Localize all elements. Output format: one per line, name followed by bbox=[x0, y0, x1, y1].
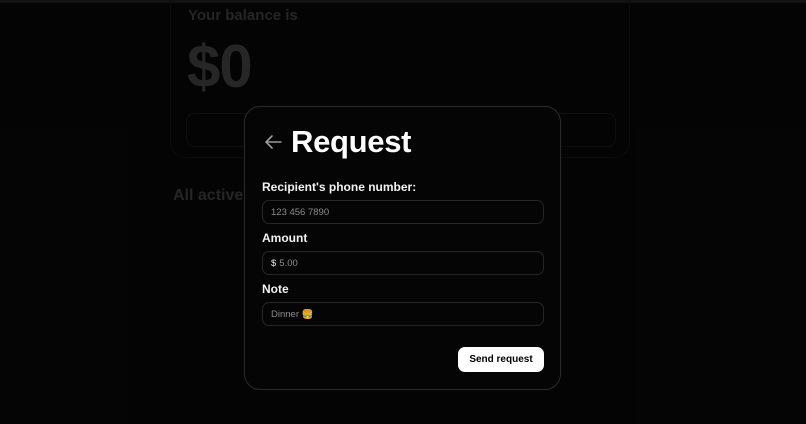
modal-title: Request bbox=[291, 124, 412, 159]
send-request-button[interactable]: Send request bbox=[458, 347, 544, 372]
currency-symbol: $ bbox=[271, 257, 277, 269]
amount-field[interactable]: $ bbox=[262, 251, 544, 275]
phone-field[interactable] bbox=[262, 200, 544, 224]
amount-label: Amount bbox=[262, 231, 308, 245]
phone-label: Recipient's phone number: bbox=[262, 180, 417, 194]
modal-header: Request bbox=[263, 124, 412, 160]
phone-input[interactable] bbox=[271, 206, 543, 218]
request-modal: Request Recipient's phone number: Amount… bbox=[244, 106, 561, 390]
arrow-left-icon bbox=[265, 135, 282, 149]
amount-input[interactable] bbox=[279, 257, 543, 269]
note-label: Note bbox=[262, 282, 289, 296]
back-button[interactable] bbox=[263, 132, 283, 152]
note-field[interactable] bbox=[262, 302, 544, 326]
note-input[interactable] bbox=[271, 308, 543, 320]
